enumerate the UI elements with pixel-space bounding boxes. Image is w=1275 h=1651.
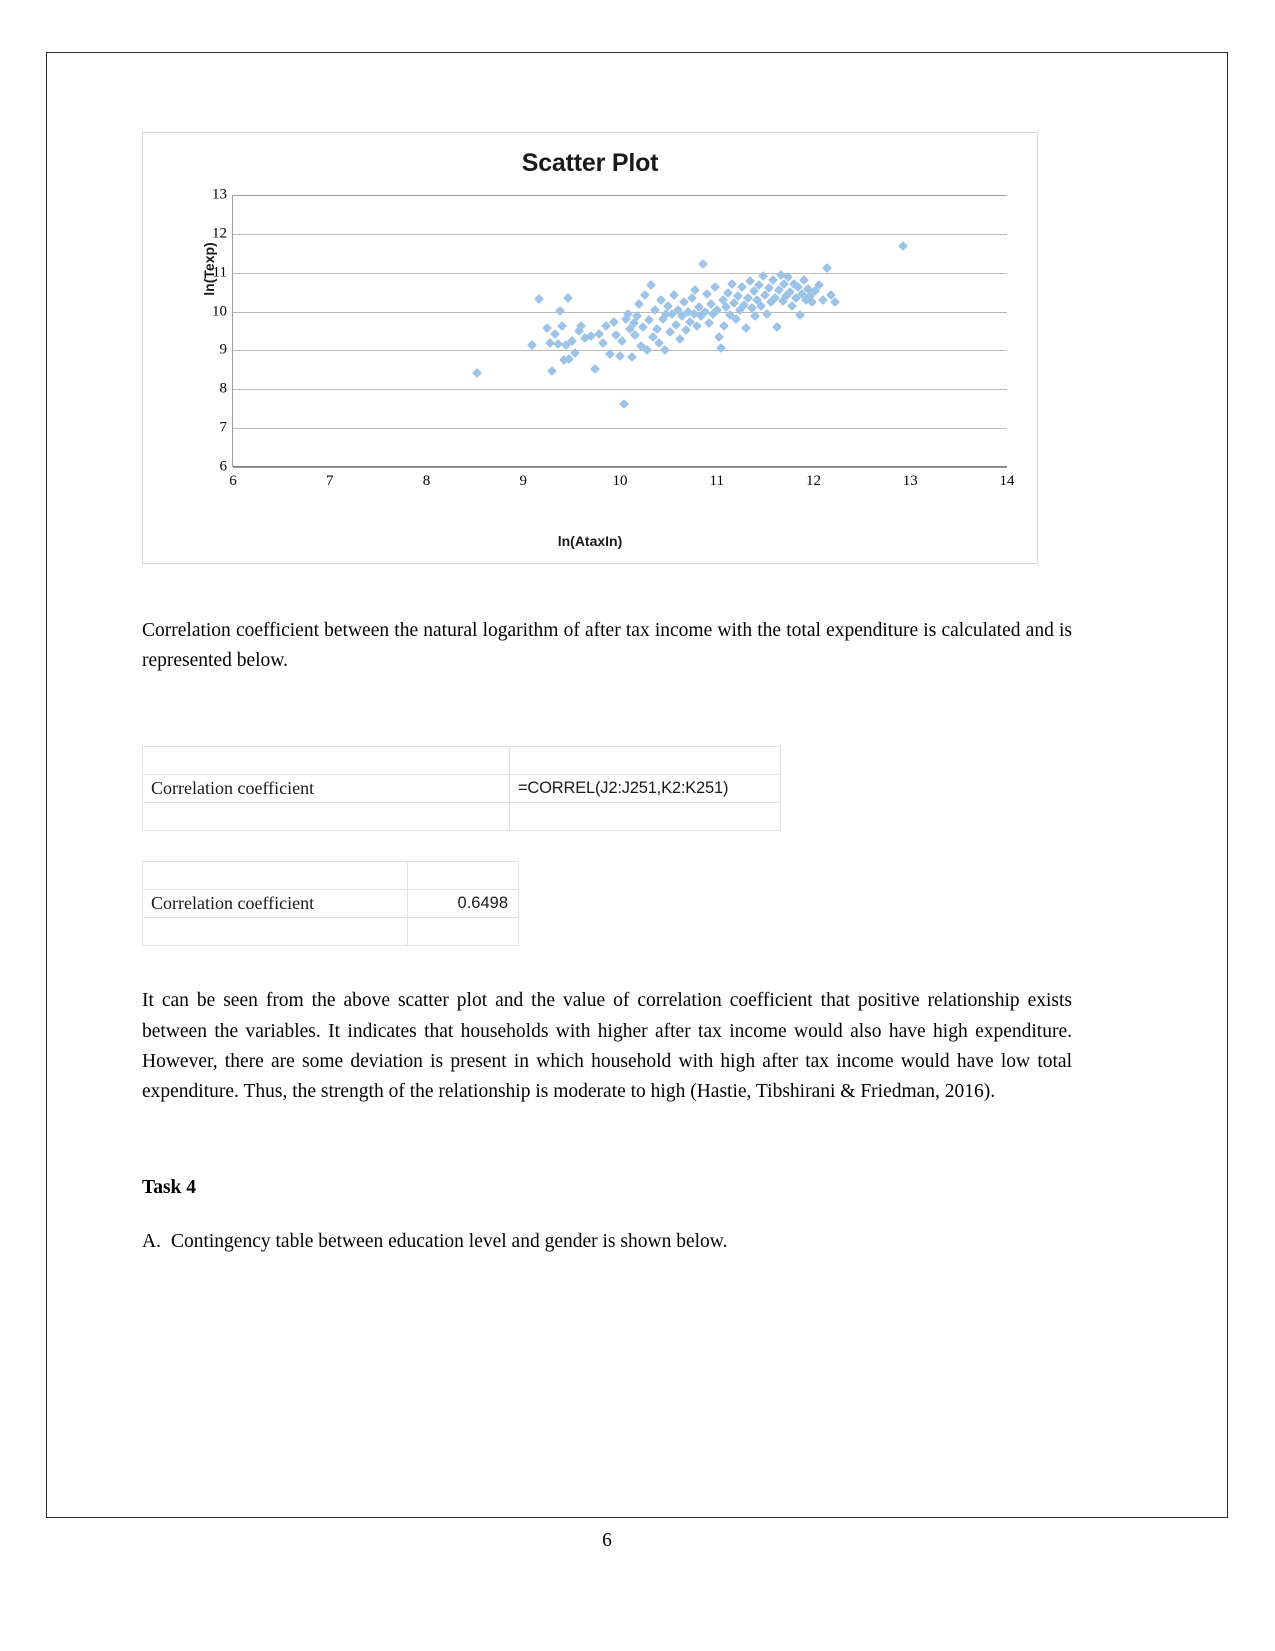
table-row: Correlation coefficient =CORREL(J2:J251,… (142, 774, 781, 804)
task-heading: Task 4 (142, 1177, 197, 1199)
y-axis-tick-label: 6 (219, 458, 228, 475)
scatter-point (715, 343, 726, 354)
y-axis-tick-label: 10 (212, 303, 227, 320)
scatter-point (713, 331, 724, 342)
chart-title: Scatter Plot (521, 149, 659, 177)
scatter-point (731, 314, 742, 325)
scatter-point (659, 345, 670, 356)
scatter-point (675, 333, 685, 344)
scatter-point (644, 315, 654, 326)
scatter-point (642, 345, 653, 356)
empty-cell (142, 917, 408, 947)
empty-cell (407, 861, 519, 891)
scatter-point (589, 364, 600, 375)
correlation-formula-table: Correlation coefficient =CORREL(J2:J251,… (142, 746, 781, 832)
empty-cell (509, 802, 781, 832)
scatter-point (750, 311, 761, 322)
scatter-point (822, 263, 832, 273)
y-axis-line (232, 195, 233, 467)
scatter-point (630, 329, 641, 340)
gridline (233, 272, 1007, 274)
task-list-item: A. Contingency table between education l… (142, 1231, 1072, 1253)
y-axis-tick-label: 7 (219, 419, 228, 436)
intro-paragraph: Correlation coefficient between the natu… (142, 620, 1072, 672)
scatter-point (671, 320, 682, 331)
scatter-point (646, 280, 656, 291)
table-row (142, 802, 781, 832)
x-axis-tick-label: 7 (326, 473, 334, 489)
x-axis-tick-label: 12 (806, 473, 821, 489)
scatter-point (550, 329, 561, 340)
scatter-point (692, 321, 703, 332)
scatter-point (547, 366, 558, 376)
scatter-point (634, 298, 645, 309)
scatter-point (555, 305, 565, 316)
y-axis-tick-label: 8 (219, 380, 228, 397)
scatter-point (471, 368, 482, 378)
scatter-point (562, 292, 573, 303)
scatter-point (533, 293, 544, 304)
gridline (233, 428, 1007, 430)
table-row (142, 917, 519, 947)
empty-cell (407, 917, 519, 947)
scatter-point (704, 318, 714, 329)
gridline (233, 389, 1007, 391)
gridline (233, 233, 1007, 235)
scatter-point (556, 321, 567, 332)
analysis-paragraph: It can be seen from the above scatter pl… (142, 990, 1072, 1103)
scatter-plot-chart: Scatter Plot ln(Texp) ln(AtaxIn) 6 7 8 9 10 1… (142, 132, 1038, 564)
y-axis-tick-label: 11 (212, 264, 227, 281)
empty-cell (142, 802, 510, 832)
scatter-point (649, 304, 660, 315)
list-marker: A. (142, 1231, 161, 1253)
x-axis-tick-label: 13 (902, 473, 918, 489)
x-axis-title: ln(AtaxIn) (557, 533, 623, 549)
y-axis-tick-label: 12 (212, 225, 227, 242)
x-axis-tick-label: 8 (422, 473, 431, 489)
x-axis-tick-label: 11 (709, 473, 724, 489)
scatter-point (618, 398, 629, 409)
empty-cell (142, 861, 408, 891)
table-row (142, 861, 519, 891)
scatter-point (709, 282, 720, 293)
scatter-point (626, 352, 637, 362)
empty-cell (142, 746, 510, 776)
y-axis-tick-label: 13 (212, 186, 227, 203)
x-axis-tick-label: 9 (519, 473, 528, 489)
scatter-point (719, 321, 730, 332)
x-axis-tick-label: 6 (229, 473, 237, 489)
correlation-result-table: Correlation coefficient 0.6498 (142, 861, 519, 947)
gridline (233, 467, 1007, 468)
gridline (233, 195, 1007, 196)
gridline (233, 311, 1007, 313)
table-row (142, 746, 781, 776)
page-content: Scatter Plot ln(Texp) ln(AtaxIn) 6 7 8 9 10 1… (142, 132, 1072, 1551)
scatter-point (638, 322, 649, 333)
x-axis-tick-label: 14 (999, 473, 1015, 489)
scatter-point (669, 290, 680, 301)
correlation-formula-cell: =CORREL(J2:J251,K2:K251) (509, 774, 781, 804)
y-axis-tick-label: 9 (219, 341, 228, 358)
scatter-point (740, 322, 751, 333)
scatter-point (702, 289, 713, 300)
scatter-point (762, 308, 772, 319)
scatter-point (527, 339, 537, 350)
scatter-point (698, 258, 709, 269)
plot-area: 6 7 8 9 10 11 12 13 6 7 8 9 10 11 12 13 14 (212, 187, 1015, 490)
correlation-label-cell: Correlation coefficient (142, 889, 408, 919)
scatter-point (771, 322, 782, 333)
scatter-point (597, 338, 608, 349)
table-row: Correlation coefficient 0.6498 (142, 889, 519, 919)
correlation-value-cell: 0.6498 (407, 889, 519, 919)
x-axis-tick-label: 10 (612, 473, 628, 489)
scatter-point (615, 351, 625, 362)
empty-cell (509, 746, 781, 776)
correlation-label-cell: Correlation coefficient (142, 774, 510, 804)
scatter-point (897, 240, 908, 251)
list-item-text: Contingency table between education leve… (170, 1231, 728, 1253)
page-number: 6 (602, 1530, 612, 1551)
scatter-point (640, 290, 651, 301)
